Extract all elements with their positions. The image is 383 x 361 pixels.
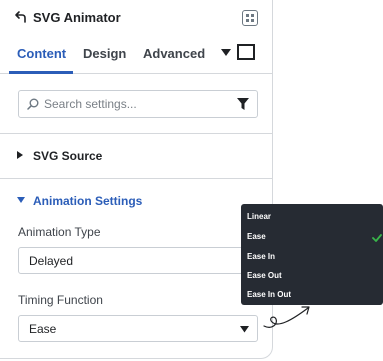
curly-arrow-icon (263, 306, 310, 328)
section-label-svg-source: SVG Source (33, 149, 103, 163)
caret-down-icon[interactable] (17, 197, 25, 203)
search-section (0, 74, 273, 134)
timing-function-value: Ease (29, 322, 57, 336)
widget-grid-button[interactable] (242, 10, 258, 26)
section-animation-settings: Animation Settings Animation Type Delaye… (0, 180, 273, 359)
dropdown-option-ease[interactable]: Ease (247, 232, 266, 241)
timing-function-label: Timing Function (18, 293, 103, 307)
timing-function-select[interactable]: Ease (18, 315, 258, 342)
panel-title: SVG Animator (33, 10, 121, 25)
timing-function-dropdown: Linear Ease Ease In Ease Out Ease In Out (241, 204, 383, 305)
settings-panel: SVG Animator Content Design Advanced Sea… (0, 0, 273, 359)
section-label-animation-settings[interactable]: Animation Settings (33, 194, 142, 208)
animation-type-label: Animation Type (18, 225, 101, 239)
search-box[interactable] (18, 90, 258, 118)
dropdown-option-linear[interactable]: Linear (247, 212, 271, 221)
filter-icon[interactable] (237, 98, 249, 110)
back-arrow-icon[interactable] (13, 10, 27, 24)
caret-right-icon (17, 151, 23, 159)
caret-down-icon[interactable] (221, 49, 231, 57)
tab-advanced[interactable]: Advanced (143, 46, 205, 61)
responsive-mode-icon[interactable] (237, 44, 255, 60)
check-icon (372, 234, 382, 242)
tab-design[interactable]: Design (83, 46, 126, 61)
section-svg-source[interactable]: SVG Source (0, 134, 273, 179)
tab-bar: Content Design Advanced (0, 36, 273, 74)
dropdown-option-ease-out[interactable]: Ease Out (247, 271, 282, 280)
search-icon (27, 98, 39, 110)
chevron-down-icon (240, 326, 249, 333)
animation-type-select[interactable]: Delayed (18, 247, 258, 274)
panel-header: SVG Animator (0, 0, 273, 36)
search-input[interactable] (44, 95, 224, 113)
tab-content[interactable]: Content (17, 46, 66, 61)
grid-icon (246, 14, 254, 22)
dropdown-option-ease-in[interactable]: Ease In (247, 252, 275, 261)
dropdown-option-ease-in-out[interactable]: Ease In Out (247, 290, 291, 299)
animation-type-value: Delayed (29, 254, 74, 268)
